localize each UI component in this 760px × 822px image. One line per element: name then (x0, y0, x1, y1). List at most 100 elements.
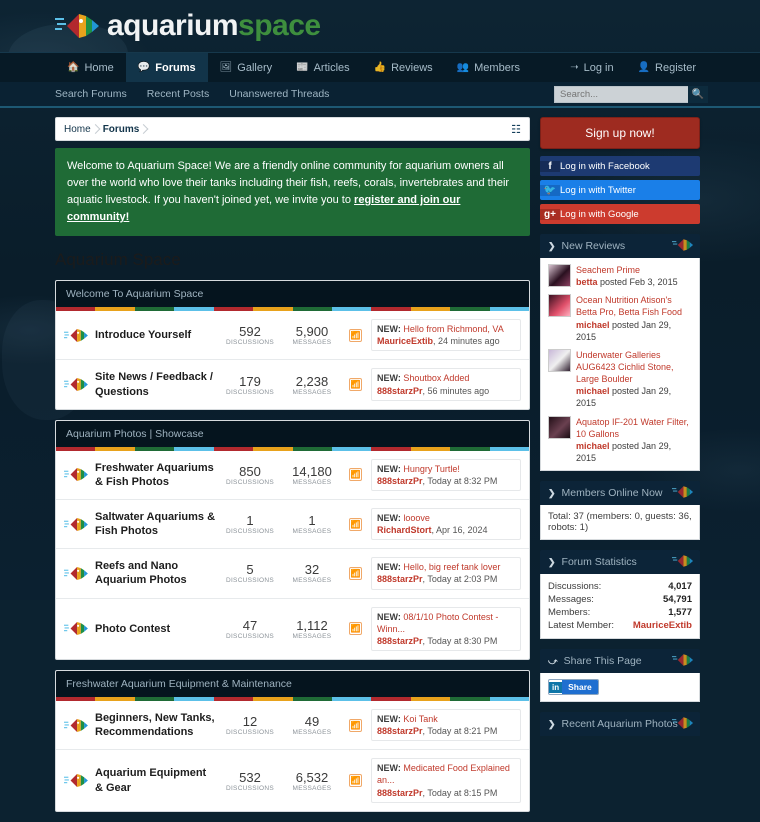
login-facebook-button[interactable]: f Log in with Facebook (540, 156, 700, 176)
statistic-value[interactable]: MauriceExtib (633, 620, 692, 631)
nav-item-members[interactable]: 👥 Members (445, 53, 532, 82)
rss-icon[interactable]: 📶 (349, 468, 362, 482)
last-post-user[interactable]: 888starzPr (377, 476, 423, 486)
new-reviews-header[interactable]: ❯ New Reviews (540, 234, 700, 258)
forum-row[interactable]: Site News / Feedback / Questions 179 DISCU… (56, 360, 529, 408)
rss-icon[interactable]: 📶 (349, 517, 362, 531)
last-post-title[interactable]: Hungry Turtle! (403, 464, 460, 474)
rss-icon[interactable]: 📶 (349, 378, 362, 392)
color-stripe (56, 697, 529, 702)
discussions-stat: 5 DISCUSSIONS (222, 562, 278, 584)
statistic-row: Latest Member: MauriceExtib (548, 619, 692, 632)
last-post-user[interactable]: 888starzPr (377, 636, 423, 646)
fish-logo-icon[interactable] (55, 10, 101, 42)
review-title[interactable]: Aquatop IF-201 Water Filter, 10 Gallons (576, 417, 689, 439)
last-post-title[interactable]: Koi Tank (403, 714, 437, 724)
last-post-user[interactable]: RichardStort (377, 525, 432, 535)
forum-row[interactable]: Introduce Yourself 592 DISCUSSIONS 5,900 MES… (56, 311, 529, 361)
last-post-user[interactable]: 888starzPr (377, 574, 423, 584)
nav-item-home[interactable]: 🏠 Home (55, 53, 126, 82)
last-post-user[interactable]: 888starzPr (377, 726, 423, 736)
register-button[interactable]: 👤 Register (626, 53, 708, 82)
last-post-title[interactable]: Shoutbox Added (403, 373, 469, 383)
last-post-user[interactable]: 888starzPr (377, 386, 423, 396)
forum-title[interactable]: Freshwater Aquariums & Fish Photos (95, 461, 216, 490)
linkedin-icon: in (549, 681, 563, 693)
review-title[interactable]: Underwater Galleries AUG6423 Cichlid Sto… (576, 350, 674, 384)
linkedin-share-button[interactable]: in Share (548, 679, 599, 696)
rss-icon[interactable]: 📶 (349, 718, 362, 732)
review-item[interactable]: Underwater Galleries AUG6423 Cichlid Sto… (548, 348, 692, 410)
nav-item-forums[interactable]: 💬 Forums (125, 53, 208, 82)
forum-row[interactable]: Aquarium Equipment & Gear 532 DISCUSSIONS 6… (56, 750, 529, 810)
forum-statistics-panel: ❯ Forum Statistics Discussions: 4,017 Me… (540, 550, 700, 640)
forum-title[interactable]: Photo Contest (95, 622, 216, 636)
nav-item-articles[interactable]: 📰 Articles (284, 53, 362, 82)
forum-section-header[interactable]: Freshwater Aquarium Equipment & Maintena… (56, 671, 529, 698)
search-input[interactable] (554, 85, 688, 103)
forum-title[interactable]: Reefs and Nano Aquarium Photos (95, 559, 216, 588)
forum-row[interactable]: Beginners, New Tanks, Recommendations 12 D… (56, 701, 529, 751)
forum-row[interactable]: Reefs and Nano Aquarium Photos 5 DISCUSSIO… (56, 549, 529, 599)
last-post-title[interactable]: Hello, big reef tank lover (403, 562, 500, 572)
nav-item-reviews[interactable]: 👍 Reviews (362, 53, 445, 82)
forum-statistics-header[interactable]: ❯ Forum Statistics (540, 550, 700, 575)
review-user[interactable]: michael (576, 441, 610, 451)
messages-stat: 14,180 MESSAGES (284, 464, 340, 486)
forum-row[interactable]: Photo Contest 47 DISCUSSIONS 1,112 MESSAGES 📶… (56, 599, 529, 659)
recent-photos-header[interactable]: ❯ Recent Aquarium Photos (540, 712, 700, 737)
last-post: NEW: Shoutbox Added 888starzPr, 56 minute… (371, 368, 521, 401)
main-navigation: 🏠 Home 💬 Forums 🖼 Gallery 📰 Articles 👍 R… (0, 52, 760, 82)
statistic-row: Discussions: 4,017 (548, 580, 692, 593)
login-twitter-button[interactable]: 🐦 Log in with Twitter (540, 180, 700, 200)
subnav-search-forums[interactable]: Search Forums (55, 88, 127, 100)
rss-icon[interactable]: 📶 (349, 566, 362, 580)
login-button[interactable]: ➝ Log in (558, 53, 625, 82)
nav-item-gallery[interactable]: 🖼 Gallery (208, 53, 285, 82)
review-user[interactable]: michael (576, 386, 610, 396)
subnav-unanswered-threads[interactable]: Unanswered Threads (229, 88, 329, 100)
subnav-recent-posts[interactable]: Recent Posts (147, 88, 209, 100)
review-user[interactable]: michael (576, 320, 610, 330)
forum-sections: Welcome To Aquarium Space Introduce Yours… (55, 280, 530, 812)
messages-label: MESSAGES (292, 339, 332, 347)
discussions-label: DISCUSSIONS (225, 729, 275, 737)
breadcrumb-item-home[interactable]: Home (64, 124, 103, 135)
rss-icon[interactable]: 📶 (349, 328, 362, 342)
review-item[interactable]: Seachem Prime betta posted Feb 3, 2015 (548, 264, 692, 288)
review-item[interactable]: Ocean Nutrition Atison's Betta Pro, Bett… (548, 294, 692, 343)
review-item[interactable]: Aquatop IF-201 Water Filter, 10 Gallons m… (548, 415, 692, 465)
members-online-header[interactable]: ❯ Members Online Now (540, 481, 700, 506)
forum-section: Freshwater Aquarium Equipment & Maintena… (55, 670, 530, 812)
forum-row[interactable]: Saltwater Aquariums & Fish Photos 1 DISCUS… (56, 500, 529, 550)
forum-title[interactable]: Site News / Feedback / Questions (95, 370, 216, 399)
site-logo-text[interactable]: aquariumspace (107, 11, 321, 41)
forum-row[interactable]: Freshwater Aquariums & Fish Photos 850 DIS… (56, 451, 529, 501)
review-title[interactable]: Ocean Nutrition Atison's Betta Pro, Bett… (576, 295, 682, 317)
breadcrumb-item-forums[interactable]: Forums (103, 124, 152, 135)
share-header[interactable]: ⤻ Share This Page (540, 649, 700, 674)
rss-icon[interactable]: 📶 (349, 622, 362, 636)
last-post-new-label: NEW: (377, 714, 401, 725)
last-post-title[interactable]: looove (403, 513, 430, 523)
login-google-button[interactable]: g+ Log in with Google (540, 204, 700, 224)
newspaper-icon: 📰 (296, 62, 309, 73)
forum-title[interactable]: Aquarium Equipment & Gear (95, 766, 216, 795)
review-text: Ocean Nutrition Atison's Betta Pro, Bett… (576, 294, 692, 343)
signup-button[interactable]: Sign up now! (540, 117, 700, 149)
share-arrow-icon: ⤻ (548, 655, 558, 666)
forum-section-header[interactable]: Aquarium Photos | Showcase (56, 420, 529, 447)
rss-icon[interactable]: 📶 (349, 774, 362, 787)
last-post-title[interactable]: Hello from Richmond, VA (403, 324, 503, 334)
forum-title[interactable]: Beginners, New Tanks, Recommendations (95, 711, 216, 740)
review-user[interactable]: betta (576, 277, 598, 287)
search-submit-button[interactable]: 🔍 (688, 85, 708, 103)
forum-title[interactable]: Saltwater Aquariums & Fish Photos (95, 510, 216, 539)
messages-stat: 1 MESSAGES (284, 513, 340, 535)
last-post-user[interactable]: MauriceExtib (377, 336, 433, 346)
forum-section-header[interactable]: Welcome To Aquarium Space (56, 281, 529, 308)
forum-title[interactable]: Introduce Yourself (95, 328, 216, 342)
last-post-user[interactable]: 888starzPr (377, 788, 423, 798)
sitemap-icon[interactable]: ☷ (511, 123, 521, 136)
review-title[interactable]: Seachem Prime (576, 265, 640, 275)
